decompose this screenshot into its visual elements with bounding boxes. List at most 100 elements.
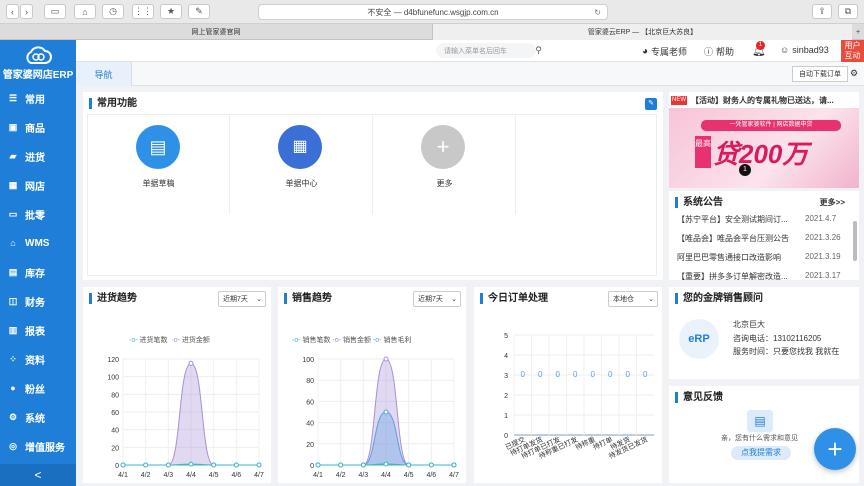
sales-trend-card: 销售趋势 近期7天 ⌄ -o- 销售笔数 -o- 销售金额 -o- 销售毛利 0 2… <box>278 287 466 483</box>
shortcut-more-label: 更多 <box>436 179 453 188</box>
shortcut-more[interactable]: + 更多 <box>373 114 516 214</box>
sidebar-item-6[interactable]: ⌂ WMS <box>0 233 76 253</box>
search-icon[interactable]: ⚲ <box>535 45 542 56</box>
reload-icon[interactable]: ↻ <box>594 8 601 17</box>
announcement-text: 【苏宁平台】安全测试期间订... <box>677 215 788 224</box>
floating-add-button[interactable]: + <box>814 428 856 470</box>
x-tick-label: 4/1 <box>313 472 323 479</box>
settings-gear-icon[interactable]: ⚙ <box>850 68 858 79</box>
promo-text[interactable]: 【活动】财务人的专属礼物已送达，请... <box>691 95 834 106</box>
data-point <box>451 462 457 468</box>
new-badge: NEW <box>671 96 687 105</box>
bookmark-icon[interactable]: ★ <box>160 4 182 19</box>
sidebar-item-12[interactable]: ⚙ 系统 <box>0 407 76 427</box>
y-tick-label: 40 <box>306 421 314 428</box>
y-tick-label: 100 <box>302 357 314 364</box>
submit-request-button[interactable]: 点我提需求 <box>731 446 791 460</box>
x-tick-label: 4/7 <box>254 472 264 479</box>
sidebar-item-4[interactable]: ▦ 网店 <box>0 175 76 195</box>
new-tab-icon[interactable]: + <box>852 24 864 40</box>
sales-range-value: 近期7天 <box>418 296 443 303</box>
auto-download-button[interactable]: 自动下载订单 <box>792 66 848 82</box>
chevron-down-icon: ⌄ <box>648 296 654 303</box>
sidebar-item-9[interactable]: ▥ 报表 <box>0 320 76 340</box>
sidebar-item-2[interactable]: ▣ 商品 <box>0 117 76 137</box>
user-menu[interactable]: ☺ sinbad93 <box>780 45 829 55</box>
data-label: 0 <box>608 370 613 379</box>
series-area <box>122 362 259 466</box>
sidebar-item-8[interactable]: ◫ 财务 <box>0 291 76 311</box>
history-icon[interactable]: ◷ <box>102 4 124 19</box>
shortcut-doc-center[interactable]: ▦ 单据中心 <box>230 114 373 214</box>
user-interact-button[interactable]: 用户互动 <box>841 40 864 62</box>
legend-marker: -o- <box>129 336 138 344</box>
data-label: 0 <box>521 370 526 379</box>
sidebar-item-10[interactable]: ⁘ 资料 <box>0 349 76 369</box>
scrollbar[interactable] <box>853 221 857 261</box>
purchase-trend-title: 进货趋势 <box>89 293 137 304</box>
loan-banner[interactable]: 一凭管家婆软件 | 网店数据申贷 最高 贷200万 1 <box>669 108 859 188</box>
data-label: 0 <box>556 370 561 379</box>
home-icon[interactable]: ⌂ <box>74 4 96 19</box>
today-orders-chart: 0123450已提交0待打单发货0待打单已打发0待称重已打发0待称重0待打单0待… <box>504 333 654 461</box>
x-tick-label: 4/2 <box>141 472 151 479</box>
back-icon[interactable]: ‹ <box>6 4 19 19</box>
announcement-item[interactable]: 阿里巴巴零售通接口改造影响 2021.3.19 <box>677 252 841 263</box>
sidebar-item-label: 进货 <box>25 152 45 164</box>
forward-icon[interactable]: › <box>20 4 33 19</box>
sidebar-item-13[interactable]: ◎ 增值服务 <box>0 436 76 456</box>
apps-grid-icon[interactable]: ⋮⋮ <box>132 4 154 19</box>
legend-marker: -o- <box>372 336 382 344</box>
warehouse-select[interactable]: 本地仓 ⌄ <box>608 291 658 307</box>
y-tick-label: 0 <box>115 463 119 470</box>
sidebar-item-label: 系统 <box>25 413 45 425</box>
announcement-date: 2021.4.7 <box>805 214 837 223</box>
promo-card[interactable]: NEW 【活动】财务人的专属礼物已送达，请... 一凭管家婆软件 | 网店数据申… <box>669 92 859 188</box>
sidebar-toggle-icon[interactable]: ▭ <box>44 4 66 19</box>
browser-tab-official[interactable]: 网上管家婆官网 <box>0 24 432 40</box>
sidebar-item-label: 财务 <box>25 297 45 309</box>
tab-navigation[interactable]: 导航 <box>76 62 132 86</box>
sidebar-item-label: 资料 <box>25 355 45 367</box>
announcement-item[interactable]: 【唯品会】唯品会平台压测公告 2021.3.26 <box>677 233 841 244</box>
shortcut-drafts[interactable]: ▤ 单据草稿 <box>87 114 230 214</box>
x-tick-label: 4/4 <box>381 472 391 479</box>
sidebar-item-5[interactable]: ▭ 批零 <box>0 204 76 224</box>
legend-series-1: 进货笔数 <box>139 337 168 344</box>
sidebar: 管家婆网店ERP ☰ 常用 ▣ 商品 ▰ 进货 ▦ 网店 ▭ 批零 ⌂ WMS ▤ 库存 ◫ 财务 ▥ 报表 ⁘ 资料… <box>0 40 76 486</box>
y-tick-label: 60 <box>306 399 314 406</box>
sidebar-item-1[interactable]: ☰ 常用 <box>0 88 76 108</box>
list-icon: ☰ <box>8 92 18 103</box>
announcement-item[interactable]: 【重要】拼多多订单解密改造... 2021.3.17 <box>677 271 841 282</box>
url-bar[interactable]: 不安全 — d4bfunefunc.wsgjp.com.cn ↻ <box>258 4 608 20</box>
advisor-name: 北京巨大 <box>733 320 765 329</box>
browser-tab-erp[interactable]: 管家婆云ERP — 【北京巨大苏良】 <box>432 24 852 40</box>
menu-search[interactable]: 请输入菜单名后回车 ⚲ <box>436 43 542 58</box>
tabs-overview-icon[interactable]: ⧉ <box>838 4 858 19</box>
collapse-sidebar-button[interactable]: < <box>0 464 76 486</box>
sales-range-select[interactable]: 近期7天 ⌄ <box>413 291 461 307</box>
sidebar-item-3[interactable]: ▰ 进货 <box>0 146 76 166</box>
data-point <box>143 462 149 468</box>
carousel-index-badge: 1 <box>739 164 751 176</box>
share-icon[interactable]: ⇪ <box>812 4 832 19</box>
help-link[interactable]: ⓘ 帮助 <box>704 45 734 58</box>
advisor-link[interactable]: ◕ 专属老师 <box>642 45 687 58</box>
sidebar-item-11[interactable]: ● 粉丝 <box>0 378 76 398</box>
edit-icon[interactable]: ✎ <box>188 4 210 19</box>
cloud-logo-icon <box>26 46 52 64</box>
edit-shortcuts-icon[interactable]: ✎ <box>645 98 657 110</box>
bar <box>517 435 528 436</box>
y-tick-label: 1 <box>504 413 508 420</box>
announcement-text: 阿里巴巴零售通接口改造影响 <box>677 253 781 262</box>
search-input[interactable]: 请输入菜单名后回车 <box>444 46 507 56</box>
sidebar-item-label: 库存 <box>25 268 45 280</box>
sidebar-item-7[interactable]: ▤ 库存 <box>0 262 76 282</box>
fans-icon: ● <box>10 383 16 393</box>
data-point <box>211 462 217 468</box>
data-label: 0 <box>591 370 596 379</box>
announcement-item[interactable]: 【苏宁平台】安全测试期间订... 2021.4.7 <box>677 214 836 225</box>
purchase-range-select[interactable]: 近期7天 ⌄ <box>218 291 266 307</box>
y-tick-label: 0 <box>504 433 508 440</box>
announcements-more-link[interactable]: 更多>> <box>820 197 845 208</box>
